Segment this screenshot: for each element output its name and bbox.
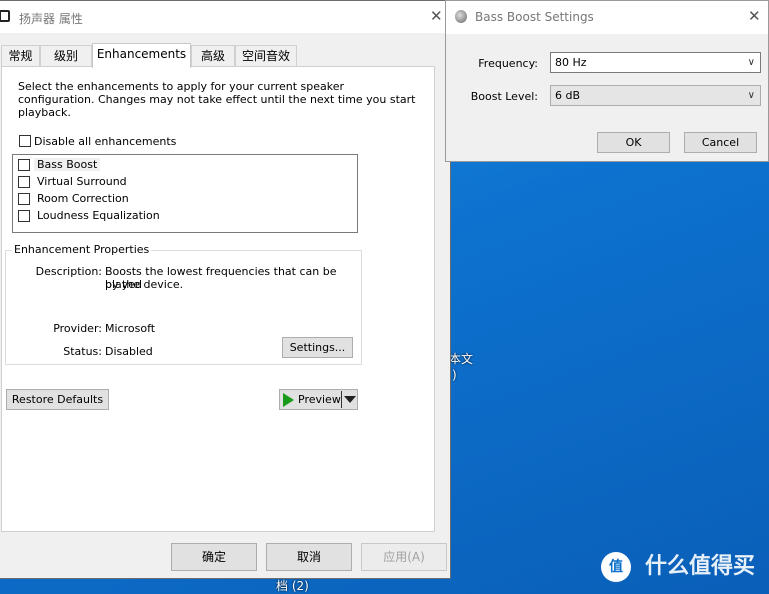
boost-level-select[interactable]: 6 dB ∨ bbox=[550, 85, 761, 106]
frequency-value: 80 Hz bbox=[555, 56, 587, 69]
frequency-label: Frequency: bbox=[478, 57, 538, 70]
tab-strip: 常规 级别 Enhancements 高级 空间音效 bbox=[0, 43, 450, 68]
speaker-icon bbox=[0, 10, 10, 22]
enhancements-panel: Select the enhancements to apply for you… bbox=[1, 66, 435, 532]
bass-ok-button[interactable]: OK bbox=[597, 132, 670, 153]
list-item-room-correction[interactable]: Room Correction bbox=[34, 192, 129, 205]
desktop-icon-label[interactable]: 本文 bbox=[449, 350, 473, 367]
preview-split-button[interactable]: Preview bbox=[279, 389, 358, 410]
list-item-bass-boost[interactable]: Bass Boost bbox=[34, 158, 101, 171]
intro-text-2: configuration. Changes may not take effe… bbox=[18, 93, 416, 106]
bass-boost-checkbox[interactable] bbox=[18, 159, 30, 171]
bass-window-title: Bass Boost Settings bbox=[475, 10, 594, 24]
speaker-properties-window: 扬声器 属性 ✕ 常规 级别 Enhancements 高级 空间音效 Sele… bbox=[0, 0, 451, 579]
intro-text-3: playback. bbox=[18, 106, 71, 119]
bass-title-bar[interactable]: Bass Boost Settings ✕ bbox=[446, 1, 768, 34]
room-correction-checkbox[interactable] bbox=[18, 193, 30, 205]
tab-spatial-sound[interactable]: 空间音效 bbox=[235, 45, 297, 67]
disable-all-checkbox[interactable] bbox=[19, 135, 31, 147]
tab-advanced[interactable]: 高级 bbox=[191, 45, 235, 67]
desktop-icon-label-2: ) bbox=[452, 368, 457, 382]
dropdown-arrow-icon[interactable] bbox=[344, 396, 356, 403]
tab-levels[interactable]: 级别 bbox=[40, 45, 92, 67]
list-item-loudness-equalization[interactable]: Loudness Equalization bbox=[34, 209, 160, 222]
provider-value: Microsoft bbox=[105, 322, 156, 335]
settings-button[interactable]: Settings... bbox=[282, 337, 353, 358]
boost-level-value: 6 dB bbox=[555, 89, 581, 102]
tab-general[interactable]: 常规 bbox=[1, 45, 40, 67]
frequency-select[interactable]: 80 Hz ∨ bbox=[550, 52, 761, 73]
tab-enhancements[interactable]: Enhancements bbox=[92, 43, 191, 68]
ok-button[interactable]: 确定 bbox=[171, 543, 257, 571]
chevron-down-icon: ∨ bbox=[747, 57, 755, 68]
preview-label[interactable]: Preview bbox=[298, 393, 341, 406]
window-title: 扬声器 属性 bbox=[19, 12, 83, 26]
bass-boost-settings-window: Bass Boost Settings ✕ Frequency: 80 Hz ∨… bbox=[445, 0, 769, 162]
close-icon[interactable]: ✕ bbox=[430, 7, 443, 25]
desktop-icon-label-bottom[interactable]: 档 (2) bbox=[276, 577, 309, 594]
watermark-text: 什么值得买 bbox=[644, 554, 755, 579]
description-text-2: by the device. bbox=[105, 278, 184, 291]
intro-text-1: Select the enhancements to apply for you… bbox=[18, 80, 345, 93]
group-label: Enhancement Properties bbox=[12, 243, 152, 256]
disable-all-label[interactable]: Disable all enhancements bbox=[34, 135, 176, 148]
description-label: Description: bbox=[35, 265, 102, 278]
chevron-down-icon: ∨ bbox=[747, 90, 755, 101]
apply-button[interactable]: 应用(A) bbox=[361, 543, 447, 571]
title-bar[interactable]: 扬声器 属性 ✕ bbox=[0, 1, 450, 33]
bass-cancel-button[interactable]: Cancel bbox=[684, 132, 757, 153]
play-icon bbox=[283, 393, 294, 407]
loudness-equalization-checkbox[interactable] bbox=[18, 210, 30, 222]
split-divider bbox=[341, 391, 342, 408]
status-value: Disabled bbox=[105, 345, 153, 358]
boost-level-label: Boost Level: bbox=[470, 90, 538, 103]
enhancements-list[interactable]: Bass Boost Virtual Surround Room Correct… bbox=[12, 154, 358, 233]
status-label: Status: bbox=[63, 345, 102, 358]
speaker-app-icon bbox=[455, 10, 467, 23]
bass-close-icon[interactable]: ✕ bbox=[748, 7, 761, 25]
virtual-surround-checkbox[interactable] bbox=[18, 176, 30, 188]
restore-defaults-button[interactable]: Restore Defaults bbox=[6, 389, 109, 410]
list-item-virtual-surround[interactable]: Virtual Surround bbox=[34, 175, 127, 188]
enhancement-properties-group: Enhancement Properties Description: Boos… bbox=[5, 243, 362, 365]
provider-label: Provider: bbox=[53, 322, 102, 335]
cancel-button[interactable]: 取消 bbox=[266, 543, 352, 571]
watermark-logo: 值 bbox=[601, 552, 631, 582]
